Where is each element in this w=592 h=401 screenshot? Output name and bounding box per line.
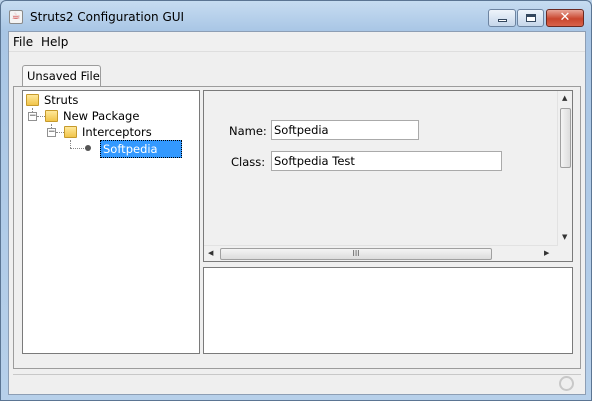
- title-bar[interactable]: ☕ Struts2 Configuration GUI ✕: [1, 1, 591, 31]
- collapse-toggle[interactable]: −: [47, 128, 56, 137]
- close-button[interactable]: ✕: [546, 9, 584, 27]
- close-icon: ✕: [559, 10, 571, 25]
- properties-panel: Name: Class: ▲ ▼ ◀ III ▶: [203, 90, 573, 262]
- folder-icon: [45, 110, 58, 122]
- tree-node-label: Struts: [44, 93, 79, 107]
- tree-node-softpedia[interactable]: Softpedia: [23, 140, 199, 158]
- details-panel: [203, 267, 573, 354]
- class-label: Class:: [231, 155, 266, 169]
- class-field[interactable]: [271, 151, 502, 171]
- scroll-up-icon[interactable]: ▲: [562, 94, 567, 102]
- config-tree[interactable]: Struts − New Package − Interceptors Soft…: [22, 90, 200, 354]
- folder-icon: [64, 126, 77, 138]
- tree-node-label: Softpedia: [100, 140, 182, 158]
- name-field[interactable]: [271, 120, 419, 140]
- name-label: Name:: [229, 124, 267, 138]
- minimize-icon: [498, 19, 507, 22]
- tree-node-label: New Package: [63, 109, 140, 123]
- minimize-button[interactable]: [488, 9, 516, 27]
- tree-node-label: Interceptors: [82, 125, 152, 139]
- maximize-button[interactable]: [517, 9, 544, 27]
- java-icon: ☕: [9, 10, 23, 24]
- horizontal-scroll-thumb[interactable]: III: [220, 248, 492, 260]
- tab-unsaved-file[interactable]: Unsaved File: [22, 65, 101, 87]
- tab-panel: Struts − New Package − Interceptors Soft…: [13, 86, 581, 369]
- window-title: Struts2 Configuration GUI: [30, 10, 185, 24]
- app-window: ☕ Struts2 Configuration GUI ✕ File Help …: [0, 0, 592, 401]
- menu-help[interactable]: Help: [41, 35, 68, 49]
- scroll-right-icon[interactable]: ▶: [544, 249, 549, 257]
- vertical-scrollbar[interactable]: ▲ ▼: [557, 91, 572, 246]
- scroll-down-icon[interactable]: ▼: [562, 233, 567, 241]
- vertical-scroll-thumb[interactable]: [560, 108, 571, 168]
- folder-icon: [26, 94, 39, 106]
- maximize-icon: [526, 14, 536, 22]
- busy-indicator-icon: [559, 376, 574, 391]
- scroll-left-icon[interactable]: ◀: [208, 249, 213, 257]
- content-pane: File Help Unsaved File Struts − New Pack…: [8, 31, 586, 395]
- menu-bar: File Help: [9, 32, 585, 52]
- status-divider: [13, 374, 581, 375]
- leaf-icon: [85, 145, 91, 151]
- menu-file[interactable]: File: [13, 35, 33, 49]
- horizontal-scrollbar[interactable]: ◀ III ▶: [204, 245, 557, 261]
- collapse-toggle[interactable]: −: [28, 112, 37, 121]
